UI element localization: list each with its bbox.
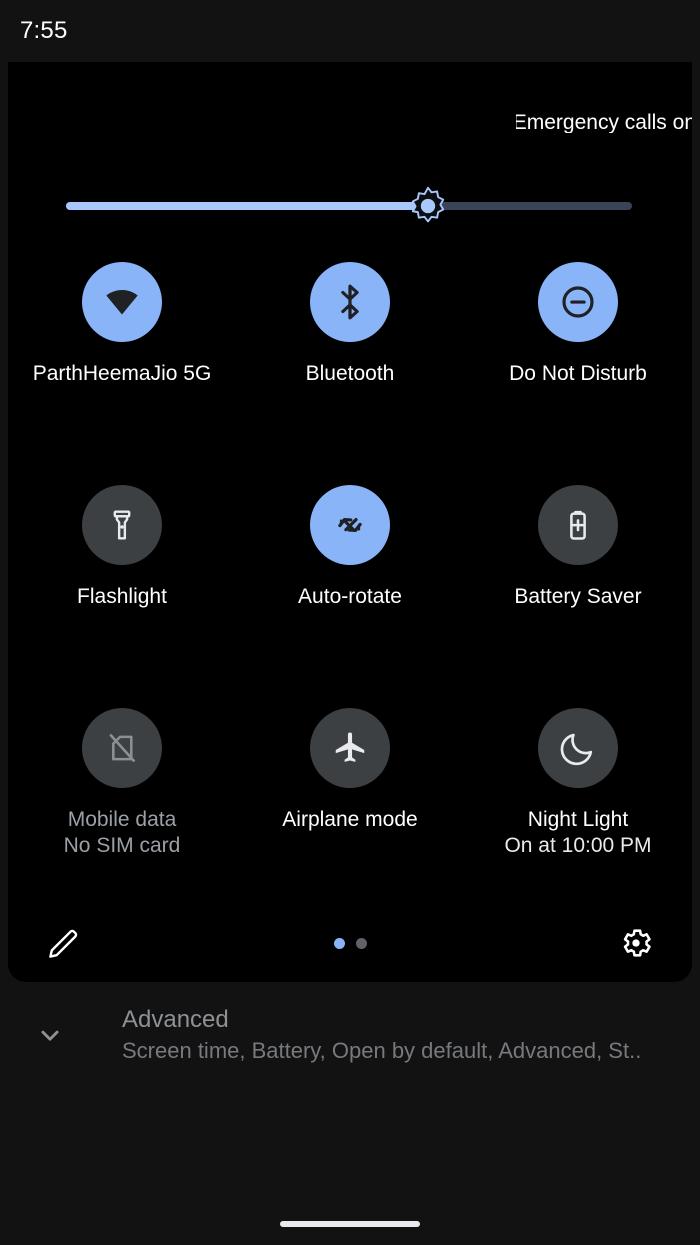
brightness-slider-thumb[interactable] <box>407 185 449 227</box>
qs-tile-label: Bluetooth <box>305 362 395 385</box>
qs-tile-labels: Night Light On at 10:00 PM <box>466 807 690 859</box>
quick-settings-tile-grid: ParthHeemaJio 5G Bluetooth Do Not Distur… <box>8 252 692 921</box>
bluetooth-icon[interactable] <box>310 262 390 342</box>
qs-tile-labels: Battery Saver <box>466 584 690 610</box>
quick-settings-panel: Emergency calls on ParthHeemaJio 5G Blue… <box>8 62 692 982</box>
status-bar: 7:55 <box>0 0 700 62</box>
qs-tile-labels: Auto-rotate <box>238 584 462 610</box>
qs-tile-labels: Mobile data No SIM card <box>10 807 234 859</box>
qs-tile-mobile-data[interactable]: Mobile data No SIM card <box>8 698 236 921</box>
emergency-calls-label: Emergency calls on <box>516 111 692 133</box>
carrier-row: Emergency calls on <box>8 107 692 137</box>
qs-tile-label: Night Light <box>527 808 629 831</box>
advanced-title: Advanced <box>122 1006 229 1033</box>
qs-tile-label: Flashlight <box>77 585 167 608</box>
qs-tile-label: Mobile data <box>67 808 177 831</box>
qs-tile-label: Airplane mode <box>282 808 418 831</box>
qs-tile-label: Battery Saver <box>514 585 642 608</box>
qs-tile-label: Auto-rotate <box>298 585 402 608</box>
quick-settings-footer <box>8 904 692 982</box>
qs-tile-sublabel: No SIM card <box>63 834 181 857</box>
qs-tile-battery-saver[interactable]: Battery Saver <box>464 475 692 698</box>
page-dot-2[interactable] <box>355 937 367 949</box>
page-indicator-dots[interactable] <box>333 937 367 949</box>
qs-tile-airplane-mode[interactable]: Airplane mode <box>236 698 464 921</box>
battery-saver-icon[interactable] <box>538 485 618 565</box>
chevron-down-icon[interactable] <box>22 1018 78 1052</box>
qs-tile-do-not-disturb[interactable]: Do Not Disturb <box>464 252 692 475</box>
gear-icon[interactable] <box>614 921 658 965</box>
qs-tile-label: ParthHeemaJio 5G <box>32 362 212 385</box>
advanced-section-text: Advanced Screen time, Battery, Open by d… <box>122 1004 641 1066</box>
wifi-icon[interactable] <box>82 262 162 342</box>
status-bar-clock: 7:55 <box>20 17 68 44</box>
qs-tile-bluetooth[interactable]: Bluetooth <box>236 252 464 475</box>
qs-tile-sublabel: On at 10:00 PM <box>504 834 652 857</box>
qs-tile-labels: Do Not Disturb <box>466 361 690 387</box>
no-sim-card-icon[interactable] <box>82 708 162 788</box>
qs-tile-labels: Flashlight <box>10 584 234 610</box>
advanced-section-row[interactable]: Advanced Screen time, Battery, Open by d… <box>0 990 700 1080</box>
qs-tile-flashlight[interactable]: Flashlight <box>8 475 236 698</box>
do-not-disturb-icon[interactable] <box>538 262 618 342</box>
brightness-slider[interactable] <box>66 186 632 223</box>
auto-rotate-icon[interactable] <box>310 485 390 565</box>
qs-tile-night-light[interactable]: Night Light On at 10:00 PM <box>464 698 692 921</box>
flashlight-icon[interactable] <box>82 485 162 565</box>
brightness-slider-fill <box>66 202 429 210</box>
page-dot-1[interactable] <box>333 937 345 949</box>
brightness-row <box>8 180 692 240</box>
qs-tile-labels: Airplane mode <box>238 807 462 833</box>
night-light-moon-icon[interactable] <box>538 708 618 788</box>
qs-tile-label: Do Not Disturb <box>509 362 647 385</box>
advanced-subtitle: Screen time, Battery, Open by default, A… <box>122 1038 642 1063</box>
airplane-icon[interactable] <box>310 708 390 788</box>
qs-tile-wifi[interactable]: ParthHeemaJio 5G <box>8 252 236 475</box>
qs-tile-labels: Bluetooth <box>238 361 462 387</box>
qs-tile-auto-rotate[interactable]: Auto-rotate <box>236 475 464 698</box>
qs-tile-labels: ParthHeemaJio 5G <box>10 361 234 387</box>
pencil-icon[interactable] <box>42 921 86 965</box>
home-gesture-pill[interactable] <box>280 1221 420 1227</box>
